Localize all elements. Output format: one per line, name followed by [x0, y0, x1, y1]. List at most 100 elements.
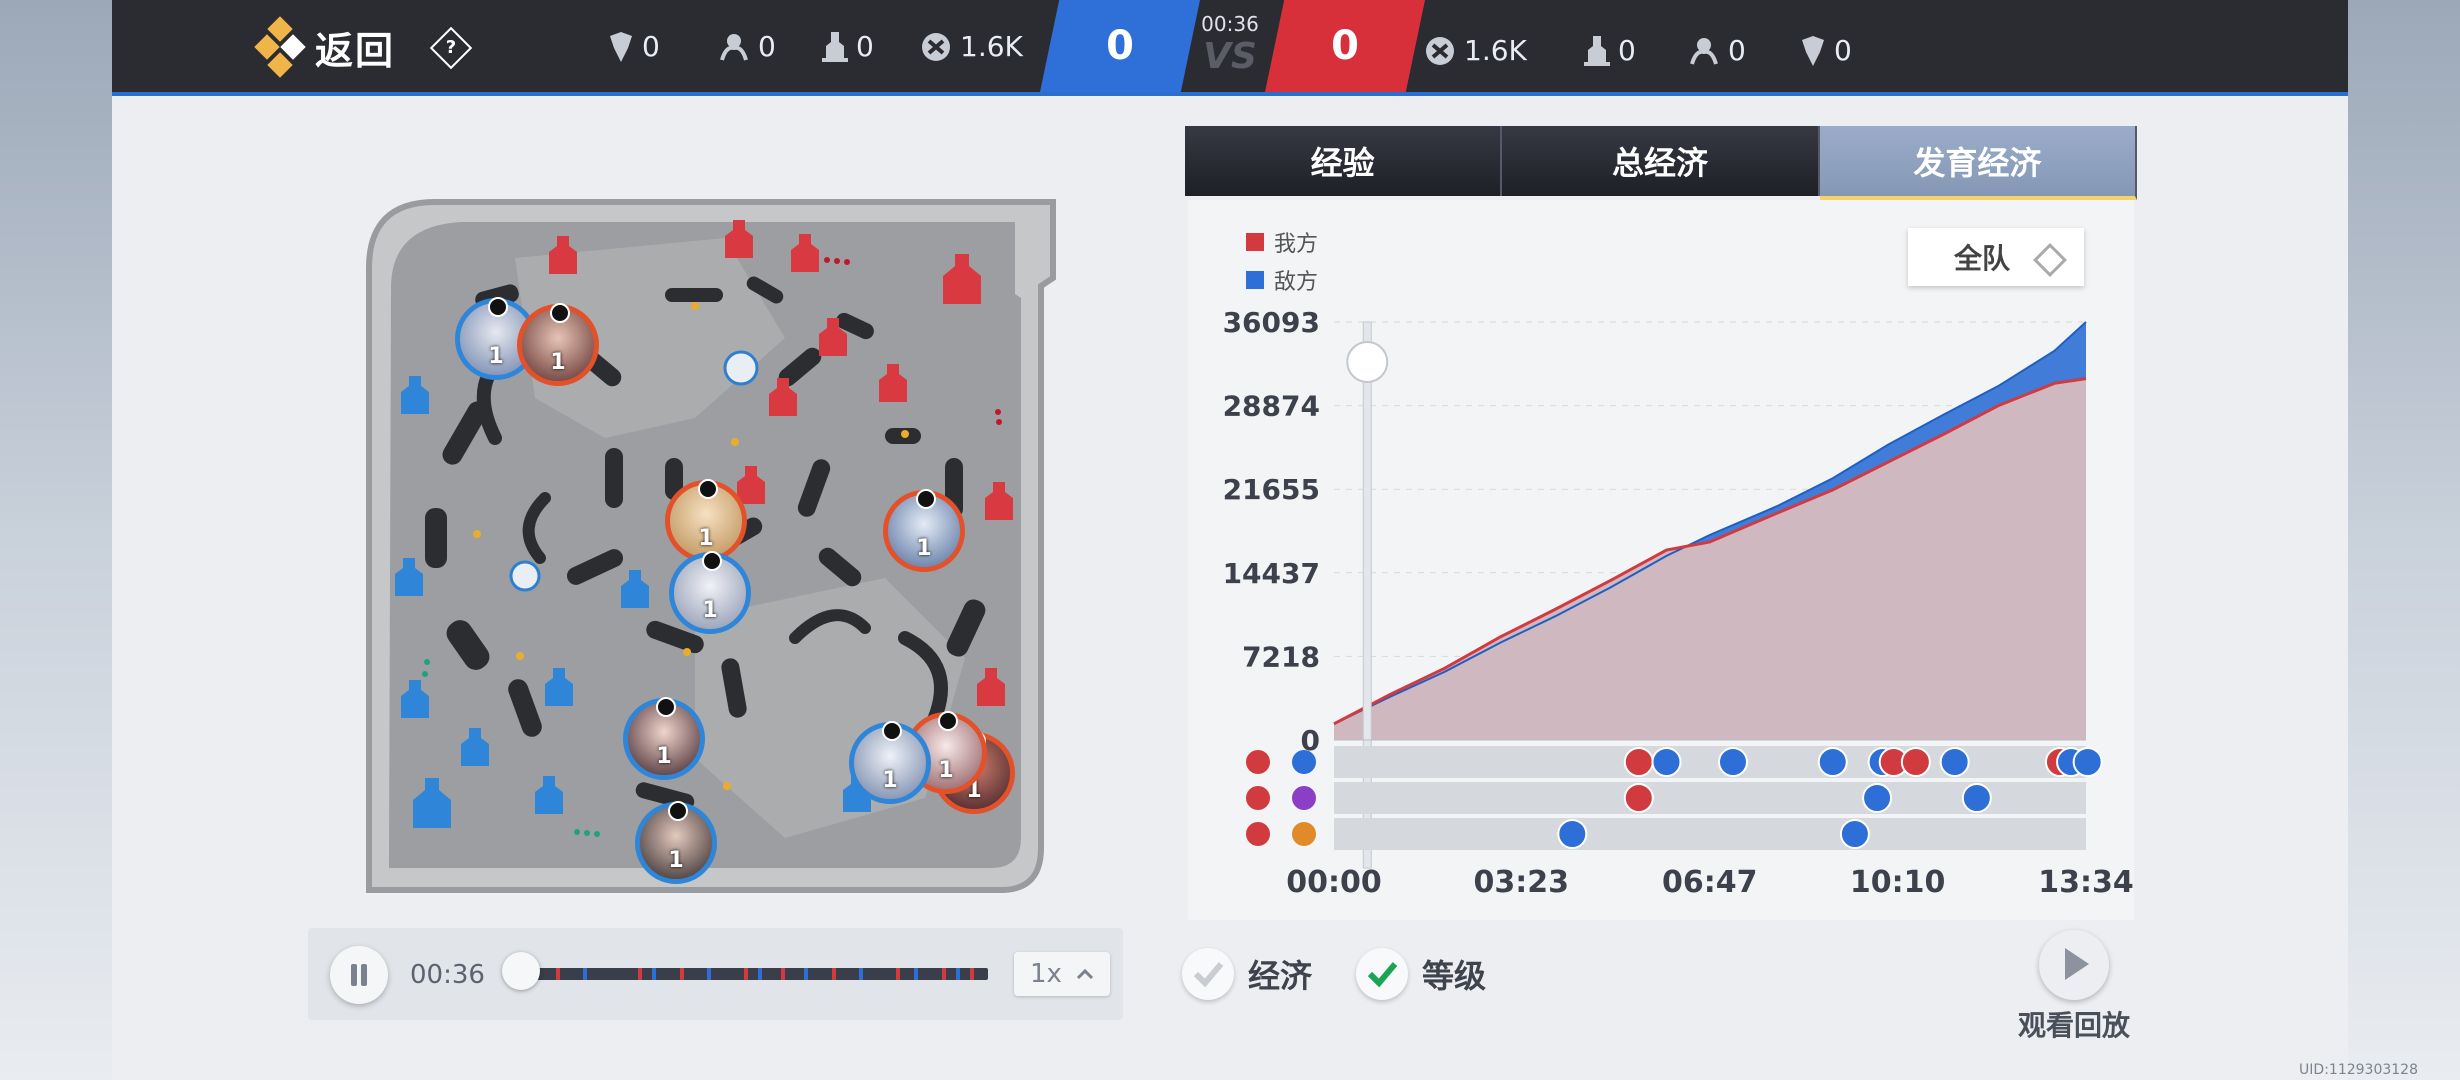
- timeline-event-marker: [804, 968, 808, 980]
- toggle-level-label: 等级: [1422, 957, 1487, 995]
- y-tick-label: 36093: [1223, 306, 1320, 339]
- time-cursor-handle: [1346, 341, 1389, 383]
- tyrant-icon: [1690, 37, 1718, 65]
- tab-total-economy[interactable]: 总经济: [1502, 126, 1820, 196]
- red-tower-count: 0: [1618, 34, 1636, 67]
- hero-level: 1: [698, 526, 714, 551]
- back-button[interactable]: 返回: [254, 16, 396, 78]
- hero-pin-icon: [938, 711, 958, 731]
- y-tick-label: 14437: [1223, 557, 1320, 590]
- timeline-event-marker: [969, 968, 974, 980]
- play-icon: [2039, 930, 2109, 1000]
- blue-dragon-stat: 0: [608, 30, 660, 63]
- tab-experience[interactable]: 经验: [1185, 126, 1503, 196]
- y-tick-label: 21655: [1223, 473, 1320, 506]
- hero-level: 1: [668, 848, 684, 873]
- y-tick-label: 7218: [1242, 640, 1320, 673]
- playback-timeline[interactable]: [528, 968, 988, 980]
- blue-tower-icon: [1292, 750, 1316, 774]
- event-marker-blue: [1717, 747, 1748, 777]
- hero-marker-red[interactable]: 1: [883, 489, 965, 572]
- x-tick-label: 06:47: [1662, 865, 1758, 900]
- hero-marker-blue[interactable]: 1: [669, 551, 751, 634]
- blue-tyrant-count: 0: [758, 30, 776, 63]
- hero-marker-blue[interactable]: 1: [849, 721, 931, 804]
- timeline-event-marker: [707, 968, 712, 980]
- blue-gold-value: 1.6K: [960, 30, 1023, 63]
- event-marker-blue: [1839, 819, 1870, 849]
- hero-pin-icon: [702, 551, 722, 571]
- help-icon: ?: [445, 37, 457, 58]
- red-tower-stat: 0: [1584, 34, 1636, 67]
- pause-icon: [351, 964, 357, 986]
- hero-marker-red[interactable]: 1: [517, 303, 599, 386]
- back-diamond-icon: [254, 16, 306, 78]
- timeline-event-marker: [955, 968, 960, 980]
- red-dragon-stat: 0: [1800, 34, 1852, 67]
- timeline-event-marker: [831, 968, 836, 980]
- playback-scrubber[interactable]: [502, 952, 540, 990]
- series-area-ours: [1334, 378, 2086, 740]
- vs-label: VS: [1203, 36, 1257, 77]
- playback-time: 00:36: [410, 960, 485, 990]
- playback-bar: 00:36 1x: [308, 928, 1123, 1020]
- timeline-event-marker: [652, 968, 657, 980]
- tower-icon: [822, 31, 848, 62]
- red-tower-icon: [1246, 750, 1270, 774]
- play-triangle: [2065, 948, 2089, 980]
- timeline-event-marker: [555, 968, 560, 980]
- tyrant-icon: [720, 33, 748, 61]
- timeline-event-marker: [914, 968, 919, 980]
- dragon-icon: [1802, 35, 1824, 66]
- timeline-event-marker: [744, 968, 749, 980]
- background-left: [0, 0, 112, 1080]
- hero-pin-icon: [656, 697, 676, 717]
- hero-marker-blue[interactable]: 1: [635, 801, 717, 884]
- purple-overlord-icon: [1292, 786, 1316, 810]
- event-row-bg: [1334, 746, 2086, 778]
- red-team-score: 0: [1265, 0, 1425, 92]
- red-tyrant-stat: 0: [1688, 34, 1746, 67]
- hero-marker-blue[interactable]: 1: [623, 697, 705, 780]
- check-icon: [1193, 962, 1224, 988]
- watch-replay-button[interactable]: 观看回放: [2018, 930, 2130, 1044]
- toggle-level[interactable]: 等级: [1356, 948, 1486, 1000]
- blue-tower-count: 0: [856, 30, 874, 63]
- checkbox-level[interactable]: [1356, 948, 1408, 1000]
- red-dragon-count: 0: [1834, 34, 1852, 67]
- hero-pin-icon: [550, 303, 570, 323]
- event-marker-blue: [1651, 747, 1682, 777]
- timeline-event-marker: [942, 968, 946, 980]
- timeline-event-marker: [781, 968, 785, 980]
- gold-icon: [922, 32, 950, 61]
- hero-pin-icon: [488, 297, 508, 317]
- timeline-event-marker: [896, 968, 900, 980]
- hero-pin-icon: [668, 801, 688, 821]
- minimap[interactable]: 1 1 1 1 1 1 1 1 1 1: [365, 198, 1057, 893]
- tab-growth-economy[interactable]: 发育经济: [1819, 126, 2137, 204]
- toggle-economy[interactable]: 经济: [1182, 948, 1312, 1000]
- event-marker-red: [1900, 747, 1931, 777]
- chevron-up-icon: [1076, 968, 1093, 980]
- event-marker-blue: [1817, 747, 1848, 777]
- user-id: UID:1129303128: [2299, 1062, 2418, 1078]
- checkbox-economy[interactable]: [1182, 948, 1234, 1000]
- hero-pin-icon: [916, 489, 936, 509]
- blue-gold-stat: 1.6K: [920, 30, 1023, 63]
- event-row-bg: [1334, 818, 2086, 850]
- event-marker-blue: [1862, 783, 1893, 813]
- pause-button[interactable]: [330, 946, 388, 1004]
- event-marker-blue: [1939, 747, 1970, 777]
- back-label: 返回: [315, 28, 396, 73]
- timeline-event-marker: [859, 968, 864, 980]
- match-time: 00:36: [1201, 12, 1259, 36]
- toggle-economy-label: 经济: [1248, 957, 1313, 995]
- timeline-event-marker: [758, 968, 762, 980]
- event-marker-blue: [1557, 819, 1588, 849]
- timeline-event-marker: [583, 968, 588, 980]
- watch-replay-label: 观看回放: [2018, 1009, 2131, 1042]
- hero-level: 1: [656, 744, 672, 769]
- y-tick-label: 28874: [1223, 390, 1320, 423]
- hero-marker-red[interactable]: 1: [665, 479, 747, 562]
- speed-selector[interactable]: 1x: [1014, 952, 1110, 996]
